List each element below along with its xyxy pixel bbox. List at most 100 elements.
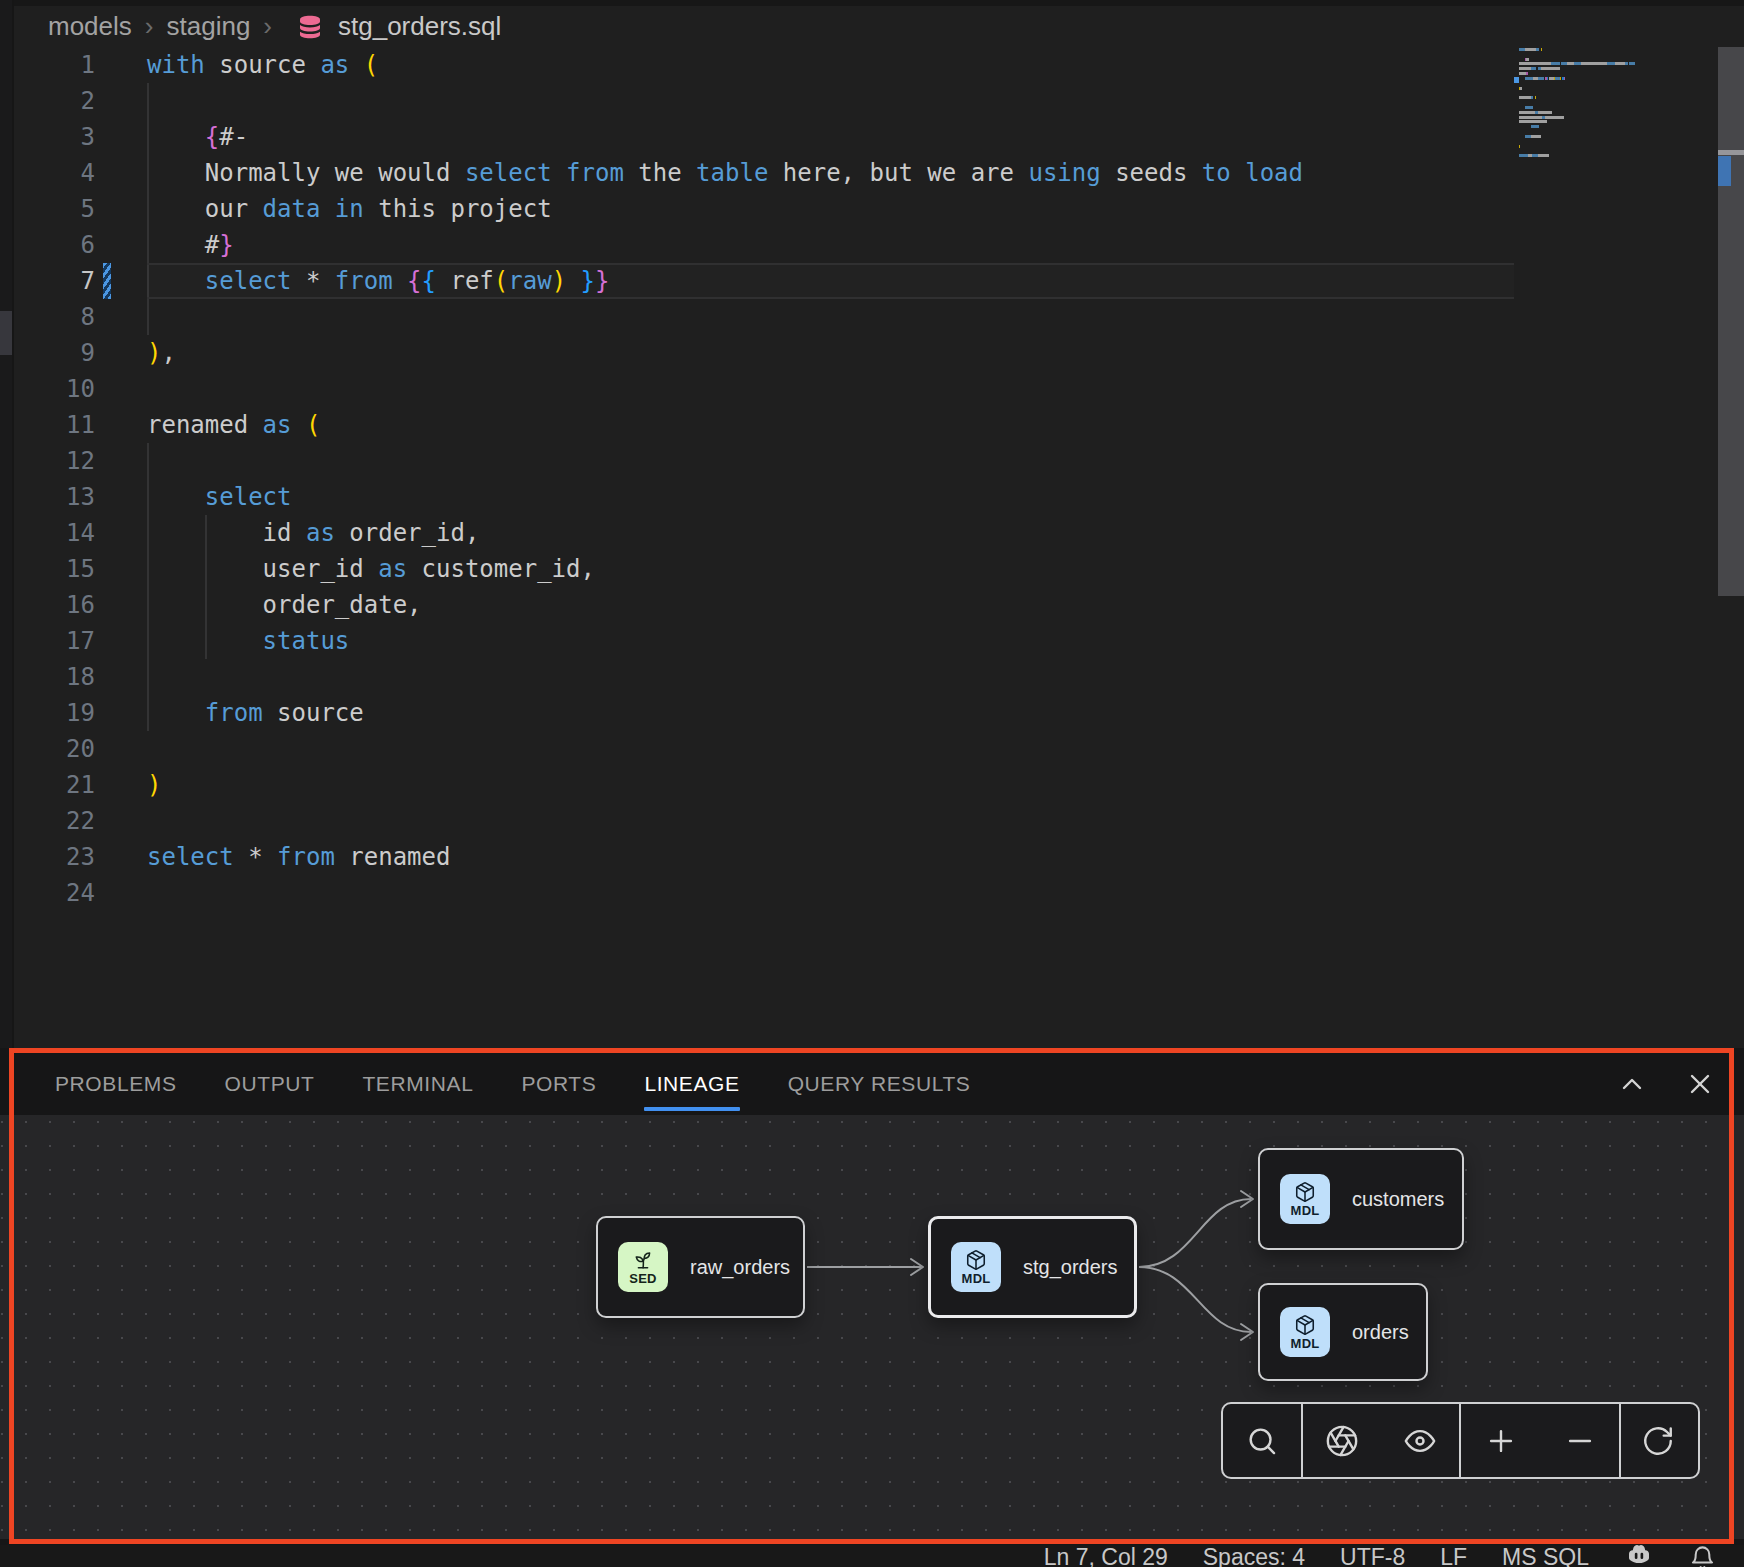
status-bar: Ln 7, Col 29 Spaces: 4 UTF-8 LF MS SQL — [0, 1545, 1744, 1567]
minimap-line — [1519, 48, 1542, 51]
lineage-node-orders[interactable]: MDL orders — [1258, 1283, 1428, 1381]
lineage-toolbar-group — [1301, 1404, 1459, 1477]
minimap-line — [1519, 87, 1522, 90]
language-mode[interactable]: MS SQL — [1502, 1544, 1589, 1567]
sidebar-scrollbar-thumb[interactable] — [0, 311, 12, 355]
line-number: 4 — [35, 155, 95, 191]
lineage-edge-stg_orders-to-customers — [1139, 1191, 1253, 1267]
panel-tab-lineage[interactable]: LINEAGE — [644, 1053, 739, 1115]
badge-label: SED — [629, 1272, 656, 1285]
line-number: 8 — [35, 299, 95, 335]
window-top-edge — [0, 0, 1744, 6]
minimap-line — [1519, 77, 1565, 80]
code-line-13: select — [147, 479, 292, 515]
vscode-window: models›staging›stg_orders.sql 1234567891… — [0, 0, 1744, 1567]
encoding[interactable]: UTF-8 — [1340, 1544, 1405, 1567]
minus-icon — [1563, 1424, 1597, 1458]
seedling-icon — [632, 1249, 654, 1271]
line-number: 17 — [35, 623, 95, 659]
breadcrumb-file[interactable]: stg_orders.sql — [338, 11, 501, 42]
line-number: 21 — [35, 767, 95, 803]
node-label: orders — [1352, 1321, 1409, 1344]
lineage-canvas[interactable]: SEDraw_ordersMDLstg_ordersMDLcustomersMD… — [0, 1115, 1744, 1539]
line-number: 9 — [35, 335, 95, 371]
panel-tab-problems[interactable]: PROBLEMS — [55, 1053, 177, 1115]
badge-label: MDL — [1291, 1337, 1320, 1350]
lineage-refresh-button[interactable] — [1626, 1404, 1690, 1477]
overview-ruler-cursor-marker — [1718, 150, 1744, 155]
minimap-line — [1519, 72, 1528, 75]
lineage-edge-stg_orders-to-orders — [1139, 1267, 1253, 1340]
model-badge: MDL — [1280, 1174, 1330, 1224]
overview-ruler-modified-marker — [1718, 156, 1731, 186]
close-panel-button[interactable] — [1680, 1064, 1720, 1104]
maximize-panel-button[interactable] — [1612, 1064, 1652, 1104]
eol[interactable]: LF — [1440, 1544, 1467, 1567]
code-line-1: with source as ( — [147, 47, 378, 83]
copilot-icon — [1624, 1542, 1654, 1567]
line-number: 24 — [35, 875, 95, 911]
minimap-line — [1519, 111, 1552, 114]
panel-tab-query-results[interactable]: QUERY RESULTS — [788, 1053, 971, 1115]
lineage-zoom-out-button[interactable] — [1548, 1404, 1612, 1477]
refresh-icon — [1641, 1424, 1675, 1458]
lineage-zoom-in-button[interactable] — [1469, 1404, 1533, 1477]
database-icon — [295, 12, 325, 42]
model-badge: MDL — [1280, 1307, 1330, 1357]
lineage-toolbar-group — [1223, 1404, 1301, 1477]
line-number: 3 — [35, 119, 95, 155]
minimap-line — [1519, 135, 1541, 138]
indentation[interactable]: Spaces: 4 — [1203, 1544, 1305, 1567]
model-badge: MDL — [951, 1242, 1001, 1292]
minimap-line — [1519, 58, 1529, 61]
badge-label: MDL — [1291, 1204, 1320, 1217]
bottom-panel: PROBLEMS OUTPUT TERMINAL PORTS LINEAGE QUERY … — [0, 1048, 1744, 1545]
line-number: 11 — [35, 407, 95, 443]
lineage-edge-raw_orders-to-stg_orders — [807, 1259, 923, 1275]
lineage-node-stg_orders[interactable]: MDLstg_orders — [928, 1216, 1137, 1318]
code-line-5: our data in this project — [147, 191, 552, 227]
copilot-status[interactable] — [1624, 1542, 1654, 1567]
panel-tab-output[interactable]: OUTPUT — [225, 1053, 315, 1115]
close-icon — [1684, 1068, 1716, 1100]
code-line-17: status — [147, 623, 349, 659]
aperture-icon — [1325, 1424, 1359, 1458]
minimap-modified-marker — [1514, 77, 1519, 83]
eye-icon — [1403, 1424, 1437, 1458]
line-number: 20 — [35, 731, 95, 767]
lineage-visibility-button[interactable] — [1388, 1404, 1452, 1477]
minimap-line — [1519, 96, 1536, 99]
modified-line-gutter-marker — [103, 263, 111, 299]
lineage-node-customers[interactable]: MDLcustomers — [1258, 1148, 1464, 1250]
sidebar-sliver — [0, 0, 12, 1048]
editor-scrollbar[interactable] — [1718, 47, 1744, 596]
cube-icon — [1294, 1181, 1316, 1203]
sidebar-border — [12, 0, 14, 1048]
panel-tab-terminal[interactable]: TERMINAL — [362, 1053, 473, 1115]
panel-actions — [1612, 1053, 1720, 1115]
minimap-line — [1519, 154, 1549, 157]
code-line-3: {#- — [147, 119, 248, 155]
breadcrumb[interactable]: models›staging›stg_orders.sql — [48, 8, 501, 44]
cursor-position[interactable]: Ln 7, Col 29 — [1044, 1544, 1168, 1567]
seed-badge: SED — [618, 1242, 668, 1292]
search-icon — [1245, 1424, 1279, 1458]
panel-tab-ports[interactable]: PORTS — [521, 1053, 596, 1115]
lineage-search-button[interactable] — [1230, 1404, 1294, 1477]
line-number: 2 — [35, 83, 95, 119]
line-number: 23 — [35, 839, 95, 875]
lineage-toolbar-group — [1619, 1404, 1694, 1477]
breadcrumb-separator: › — [263, 11, 272, 42]
code-line-23: select * from renamed — [147, 839, 450, 875]
minimap-line — [1519, 106, 1533, 109]
code-line-19: from source — [147, 695, 364, 731]
breadcrumb-folder[interactable]: models — [48, 11, 132, 42]
lineage-node-raw_orders[interactable]: SEDraw_orders — [596, 1216, 805, 1318]
line-number: 16 — [35, 587, 95, 623]
panel-tab-bar: PROBLEMS OUTPUT TERMINAL PORTS LINEAGE QUERY … — [55, 1053, 970, 1115]
notifications-bell[interactable] — [1689, 1544, 1716, 1567]
lineage-toolbar-group — [1459, 1404, 1619, 1477]
breadcrumb-folder[interactable]: staging — [167, 11, 251, 42]
code-line-14: id as order_id, — [147, 515, 479, 551]
lineage-snapshot-button[interactable] — [1310, 1404, 1374, 1477]
